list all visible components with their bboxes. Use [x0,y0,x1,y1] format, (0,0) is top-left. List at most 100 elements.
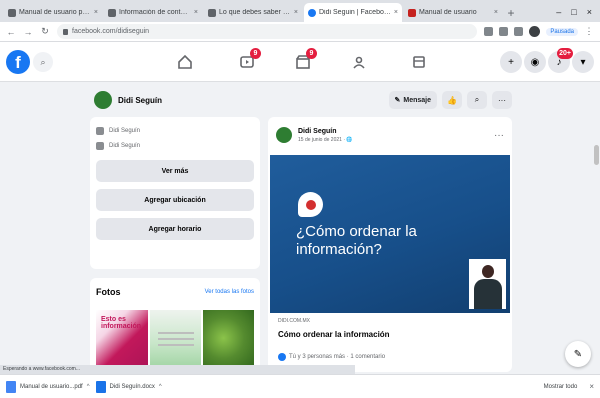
info-row: Didi Seguín [96,123,254,138]
sync-status-badge[interactable]: Pausada [546,27,578,36]
sign-language-interpreter-image [469,259,506,309]
tab-favicon-icon [208,8,216,17]
see-more-button[interactable]: Ver más [96,160,254,182]
tab-title: Didi Seguin | Facebook [319,9,391,16]
chevron-up-icon[interactable]: ^ [159,384,162,390]
post-link-domain: DIDI.COM.MX [278,318,310,324]
flag-icon [96,126,104,135]
pencil-icon: ✎ [394,97,401,104]
photos-header: Fotos Ver todas las fotos [96,284,254,300]
browser-tab-strip: Manual de usuario para el... × Informaci… [0,0,600,22]
address-bar[interactable]: facebook.com/didiseguin [57,24,478,39]
maximize-button[interactable]: □ [571,7,576,17]
download-item[interactable]: Manual de usuario...pdf ^ [6,380,90,393]
tab-favicon-icon [108,8,116,17]
puzzle-icon[interactable] [514,27,524,36]
browser-tab[interactable]: Manual de usuario × [404,3,502,22]
download-file-name: Manual de usuario...pdf [20,383,83,390]
marketplace-nav-icon[interactable]: 9 [292,48,317,73]
tab-title: Lo que debes saber de... [219,9,291,16]
back-icon[interactable]: ← [6,27,16,37]
groups-nav-icon[interactable] [348,51,370,73]
browser-tab[interactable]: Manual de usuario para el... × [4,3,102,22]
facebook-logo-icon[interactable]: f [6,50,30,74]
tab-favicon-icon [408,8,416,17]
tab-close-icon[interactable]: × [194,9,198,16]
post-link-title[interactable]: Cómo ordenar la información [278,330,390,339]
marketplace-badge: 9 [306,48,317,59]
browser-tab[interactable]: Información de contacto | ... × [104,3,202,22]
post-reactions[interactable]: Tú y 3 personas más · 1 comentario [278,353,385,361]
lock-icon [63,28,68,35]
post-image-title: ¿Cómo ordenar la información? [296,223,417,258]
pdf-file-icon [6,380,16,393]
extension-icon[interactable] [499,27,509,36]
speech-bubble-logo-icon [298,192,323,217]
see-all-photos-link[interactable]: Ver todas las fotos [205,289,254,295]
star-icon[interactable] [484,27,494,36]
page-scrollbar[interactable] [594,145,599,165]
search-page-button[interactable]: ⌕ [467,91,487,109]
tab-close-icon[interactable]: × [494,9,498,16]
add-location-button[interactable]: Agregar ubicación [96,189,254,211]
notifications-bell-icon[interactable]: ♪ 20+ [548,48,573,73]
account-menu-chevron-down-icon[interactable]: ▾ [572,51,594,73]
reload-icon[interactable]: ↻ [40,26,50,37]
messenger-icon[interactable]: ◉ [524,51,546,73]
post-author-name[interactable]: Didi Seguín [298,128,488,135]
minimize-button[interactable]: – [556,7,561,17]
notifications-badge: 20+ [557,48,573,59]
search-icon[interactable]: ⌕ [33,52,53,72]
tab-close-icon[interactable]: × [294,9,298,16]
gaming-nav-icon[interactable] [408,51,430,73]
home-nav-icon[interactable] [174,51,196,73]
photos-title: Fotos [96,287,121,297]
watch-nav-icon[interactable]: 9 [236,48,261,73]
browser-tab[interactable]: Lo que debes saber de... × [204,3,302,22]
about-card: Didi Seguín Didi Seguín Ver más Agregar … [90,117,260,269]
download-item[interactable]: Didi Seguín.docx ^ [95,380,162,393]
tab-title: Manual de usuario [419,9,477,16]
forward-icon[interactable]: → [23,27,33,37]
photo-grid: Esto es información [96,310,254,366]
new-tab-button[interactable]: + [504,4,518,22]
info-icon [96,141,104,150]
tab-title: Manual de usuario para el... [19,9,91,16]
page-avatar[interactable] [94,91,112,109]
photo-thumbnail[interactable]: Esto es información [96,310,148,366]
add-hours-button[interactable]: Agregar horario [96,218,254,240]
post-date[interactable]: 15 de junio de 2021 · 🌐 [298,137,488,143]
word-file-icon [95,380,106,393]
browser-tab-active[interactable]: Didi Seguin | Facebook × [304,3,402,22]
close-icon[interactable]: × [583,382,594,391]
tab-favicon-icon [8,8,16,17]
photo-thumbnail[interactable] [203,310,254,366]
close-window-button[interactable]: × [587,7,592,17]
info-text: Didi Seguín [109,142,141,149]
more-options-button[interactable]: ··· [492,91,512,109]
post-author-avatar[interactable] [276,127,292,143]
chevron-up-icon[interactable]: ^ [87,384,90,390]
post-header: Didi Seguín 15 de junio de 2021 · 🌐 ··· [268,117,512,153]
create-menu-button[interactable]: + [500,51,522,73]
new-message-button[interactable]: ✎ [565,341,591,367]
photo-thumbnail[interactable] [149,310,202,366]
window-controls: – □ × [556,2,600,22]
profile-avatar[interactable] [529,26,541,37]
message-button[interactable]: ✎ Mensaje [388,91,437,109]
post-link-image[interactable]: ¿Cómo ordenar la información? [270,155,510,313]
show-all-downloads-button[interactable]: Mostrar todo [544,384,578,390]
menu-icon[interactable]: ⋮ [584,26,594,37]
post-card: Didi Seguín 15 de junio de 2021 · 🌐 ··· … [268,117,512,372]
downloads-bar: Manual de usuario...pdf ^ Didi Seguín.do… [0,374,600,398]
tab-close-icon[interactable]: × [394,9,398,16]
post-meta: Didi Seguín 15 de junio de 2021 · 🌐 [298,128,488,143]
page-name[interactable]: Didi Seguín [118,96,162,105]
post-more-options-icon[interactable]: ··· [494,130,504,141]
photo-thumbnail-text: Esto es información [101,316,142,330]
page-header: Didi Seguín ✎ Mensaje 👍 ⌕ ··· [90,86,512,114]
browser-status-bar: Esperando a www.facebook.com... [0,365,355,374]
address-bar-url: facebook.com/didiseguin [72,28,150,35]
tab-close-icon[interactable]: × [94,9,98,16]
like-page-button[interactable]: 👍 [442,91,462,109]
